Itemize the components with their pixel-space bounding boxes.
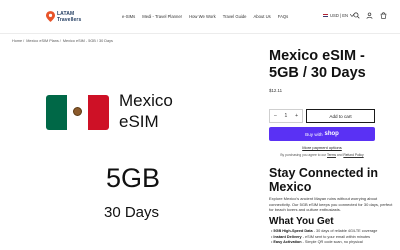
image-data-amount: 5GB (106, 163, 161, 193)
cart-icon[interactable] (380, 12, 387, 19)
site-logo[interactable]: LATAM Travellers (46, 10, 106, 26)
us-flag-icon (323, 13, 328, 18)
main-nav: e-SIMs Medi - Travel Planner How We Work… (122, 14, 288, 19)
qty-value[interactable]: 1 (285, 113, 288, 119)
nav-faqs[interactable]: FAQs (278, 14, 288, 19)
what-you-get-heading: What You Get (269, 216, 334, 227)
image-duration: 30 Days (104, 204, 160, 221)
breadcrumb-plans[interactable]: Mexico eSIM Plans (26, 39, 59, 43)
product-price: $12.11 (269, 88, 283, 93)
location-pin-icon (46, 11, 55, 22)
add-to-cart-button[interactable]: Add to cart (306, 109, 375, 123)
description-text: Explore Mexico's ancient Mayan ruins wit… (269, 196, 393, 213)
buy-with-label: Buy with (305, 131, 323, 137)
flag-emblem (73, 107, 82, 116)
quantity-stepper: – 1 + (269, 109, 303, 123)
search-icon[interactable] (353, 12, 360, 19)
qty-decrease-button[interactable]: – (274, 113, 277, 119)
more-payment-options-link[interactable]: More payment options (269, 145, 375, 150)
breadcrumb: Home/ Mexico eSIM Plans/ Mexico eSIM - 5… (12, 39, 113, 43)
account-icon[interactable] (366, 12, 373, 19)
breadcrumb-home[interactable]: Home (12, 39, 22, 43)
breadcrumb-current: Mexico eSIM - 5GB / 30 Days (62, 39, 113, 43)
nav-travel-planner[interactable]: Medi - Travel Planner (142, 14, 182, 19)
list-item: Easy Activation - Simple QR code scan, n… (271, 240, 399, 246)
site-header: LATAM Travellers e-SIMs Medi - Travel Pl… (0, 0, 400, 34)
nav-esims[interactable]: e-SIMs (122, 14, 135, 19)
terms-link[interactable]: Terms (327, 153, 336, 157)
feature-list: 5GB High-Speed Data - 30 days of reliabl… (271, 229, 399, 246)
description-heading: Stay Connected in Mexico (269, 166, 379, 194)
buy-with-shop-button[interactable]: Buy with shop (269, 127, 375, 141)
nav-about-us[interactable]: About Us (254, 14, 271, 19)
logo-line2: Travellers (57, 17, 82, 23)
refund-policy-link[interactable]: Refund Policy (343, 153, 363, 157)
product-title: Mexico eSIM - 5GB / 30 Days (269, 48, 366, 81)
locale-selector[interactable]: USD | EN (323, 13, 355, 18)
image-title: Mexico eSIM (119, 91, 173, 131)
purchase-agreement: By purchasing you agree to our Terms and… (280, 153, 364, 157)
locale-label: USD | EN (330, 13, 349, 18)
nav-how-we-work[interactable]: How We Work (189, 14, 216, 19)
shop-logo: shop (324, 131, 339, 137)
qty-increase-button[interactable]: + (295, 113, 298, 119)
nav-travel-guide[interactable]: Travel Guide (223, 14, 247, 19)
